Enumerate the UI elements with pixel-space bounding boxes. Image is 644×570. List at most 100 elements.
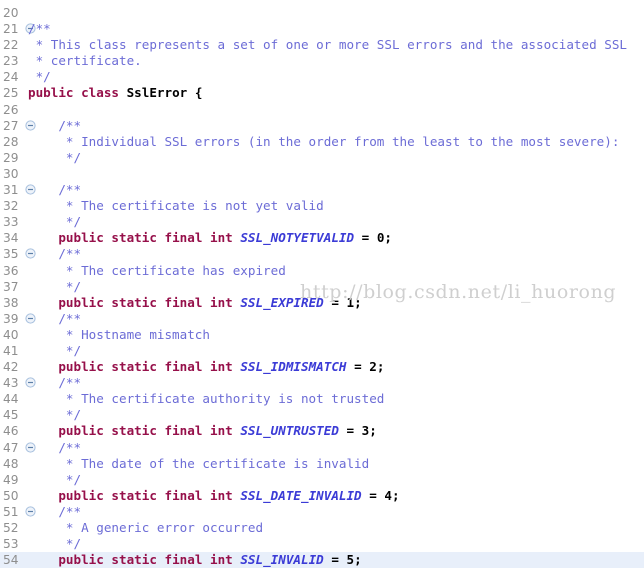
code-line-content: * This class represents a set of one or … bbox=[28, 37, 627, 53]
token-punc: ; bbox=[384, 230, 392, 246]
code-line-content: /** bbox=[28, 504, 81, 520]
token-cmt: /** bbox=[28, 246, 82, 262]
code-line-content: public static final int SSL_DATE_INVALID… bbox=[28, 487, 399, 504]
line-number: 53 bbox=[3, 537, 19, 552]
code-line-content: */ bbox=[28, 69, 51, 85]
code-line[interactable]: 44 * The certificate authority is not tr… bbox=[0, 391, 644, 407]
line-number: 25 bbox=[3, 86, 19, 101]
code-line[interactable]: 28 * Individual SSL errors (in the order… bbox=[0, 134, 644, 150]
code-line[interactable]: 37 */ bbox=[0, 279, 644, 295]
token-cmt: /** bbox=[28, 182, 82, 198]
code-line[interactable]: 52 * A generic error occurred bbox=[0, 520, 644, 536]
code-line-content: * The certificate has expired bbox=[28, 263, 286, 279]
code-editor[interactable]: 20 21/** 22 * This class represents a set … bbox=[0, 0, 644, 570]
line-number: 46 bbox=[3, 424, 19, 439]
code-line[interactable]: 23 * certificate. bbox=[0, 53, 644, 69]
token-punc: = bbox=[323, 294, 347, 310]
code-line[interactable]: 47 /** bbox=[0, 440, 644, 456]
code-line[interactable]: 29 */ bbox=[0, 150, 644, 166]
token-cnst: SSL_UNTRUSTED bbox=[240, 423, 339, 439]
token-cmt: * certificate. bbox=[28, 53, 142, 69]
code-line[interactable]: 32 * The certificate is not yet valid bbox=[0, 198, 644, 214]
code-line[interactable]: 40 * Hostname mismatch bbox=[0, 327, 644, 343]
line-number: 54 bbox=[3, 553, 19, 568]
code-line-content: /** bbox=[28, 182, 81, 198]
token-punc: { bbox=[187, 85, 203, 101]
line-number: 37 bbox=[3, 279, 19, 294]
code-line[interactable]: 25 public class SslError { bbox=[0, 85, 644, 101]
code-line-content: */ bbox=[28, 407, 81, 423]
code-line[interactable]: 21 /** bbox=[0, 21, 644, 37]
code-line[interactable]: 51 /** bbox=[0, 504, 644, 520]
code-line-content: */ bbox=[28, 214, 81, 230]
code-line-content: /** bbox=[28, 375, 81, 391]
token-kw: public static final int bbox=[58, 552, 241, 568]
token-cmt: */ bbox=[28, 69, 51, 85]
code-line[interactable]: 42 public static final int SSL_IDMISMATC… bbox=[0, 359, 644, 375]
token-cmt: */ bbox=[28, 407, 82, 423]
code-line[interactable]: 35 /** bbox=[0, 246, 644, 262]
token-num: 5 bbox=[346, 552, 355, 568]
code-line[interactable]: 50 public static final int SSL_DATE_INVA… bbox=[0, 488, 644, 504]
line-number: 41 bbox=[3, 343, 19, 358]
code-line[interactable]: 20 bbox=[0, 5, 644, 21]
token-punc: ; bbox=[376, 359, 385, 375]
line-number: 20 bbox=[3, 6, 19, 20]
token-punc: ; bbox=[369, 423, 377, 439]
line-number: 44 bbox=[3, 392, 19, 407]
token-kw: public static final int bbox=[58, 294, 241, 310]
fold-placeholder bbox=[25, 168, 36, 179]
token-cmt: * The date of the certificate is invalid bbox=[28, 455, 370, 471]
code-line[interactable]: 54 public static final int SSL_INVALID =… bbox=[0, 552, 644, 569]
code-line-content: */ bbox=[28, 279, 81, 295]
token-cnst: SSL_DATE_INVALID bbox=[240, 487, 362, 503]
line-number: 23 bbox=[3, 54, 19, 69]
token-punc: = bbox=[361, 487, 385, 503]
code-line[interactable]: 30 bbox=[0, 166, 644, 182]
code-line[interactable]: 49 */ bbox=[0, 472, 644, 488]
token-num: 2 bbox=[369, 359, 377, 375]
code-line-content: * The certificate authority is not trust… bbox=[28, 391, 384, 407]
code-line-content: */ bbox=[28, 472, 81, 488]
token-cmt: * Hostname mismatch bbox=[28, 326, 210, 342]
code-line[interactable]: 22 * This class represents a set of one … bbox=[0, 37, 644, 53]
token-cmt: * The certificate has expired bbox=[28, 262, 286, 278]
token-cmt: */ bbox=[28, 214, 82, 230]
token-cmt: */ bbox=[28, 149, 82, 165]
code-line[interactable]: 26 bbox=[0, 102, 644, 118]
code-line[interactable]: 38 public static final int SSL_EXPIRED =… bbox=[0, 295, 644, 311]
token-kw: public static final int bbox=[58, 423, 241, 439]
code-line[interactable]: 41 */ bbox=[0, 343, 644, 359]
line-number: 40 bbox=[3, 327, 19, 342]
token-punc: = bbox=[323, 552, 347, 568]
token-kw: public static final int bbox=[58, 359, 241, 375]
code-line[interactable]: 24 */ bbox=[0, 69, 644, 85]
code-line[interactable]: 34 public static final int SSL_NOTYETVAL… bbox=[0, 230, 644, 246]
line-number: 35 bbox=[3, 247, 19, 262]
token-cmt: * Individual SSL errors (in the order fr… bbox=[28, 133, 620, 149]
code-line[interactable]: 33 */ bbox=[0, 214, 644, 230]
code-line-content: /** bbox=[28, 440, 81, 456]
code-line[interactable]: 36 * The certificate has expired bbox=[0, 263, 644, 279]
line-number: 29 bbox=[3, 150, 19, 165]
token-cmt: */ bbox=[28, 536, 82, 552]
code-line[interactable]: 53 */ bbox=[0, 536, 644, 552]
code-line[interactable]: 31 /** bbox=[0, 182, 644, 198]
code-line[interactable]: 45 */ bbox=[0, 407, 644, 423]
code-line[interactable]: 48 * The date of the certificate is inva… bbox=[0, 456, 644, 472]
line-number: 22 bbox=[3, 38, 19, 53]
code-line-list: 20 21/** 22 * This class represents a set … bbox=[0, 5, 644, 570]
code-line[interactable]: 27 /** bbox=[0, 118, 644, 134]
code-line[interactable]: 43 /** bbox=[0, 375, 644, 391]
code-line[interactable]: 46 public static final int SSL_UNTRUSTED… bbox=[0, 423, 644, 439]
code-line-content: * The date of the certificate is invalid bbox=[28, 456, 369, 472]
token-cmt: /** bbox=[28, 375, 82, 391]
code-line[interactable]: 39 /** bbox=[0, 311, 644, 327]
line-number: 31 bbox=[3, 183, 19, 198]
token-punc: ; bbox=[354, 294, 362, 310]
token-cmt: /** bbox=[28, 21, 51, 37]
line-number: 43 bbox=[3, 376, 19, 391]
